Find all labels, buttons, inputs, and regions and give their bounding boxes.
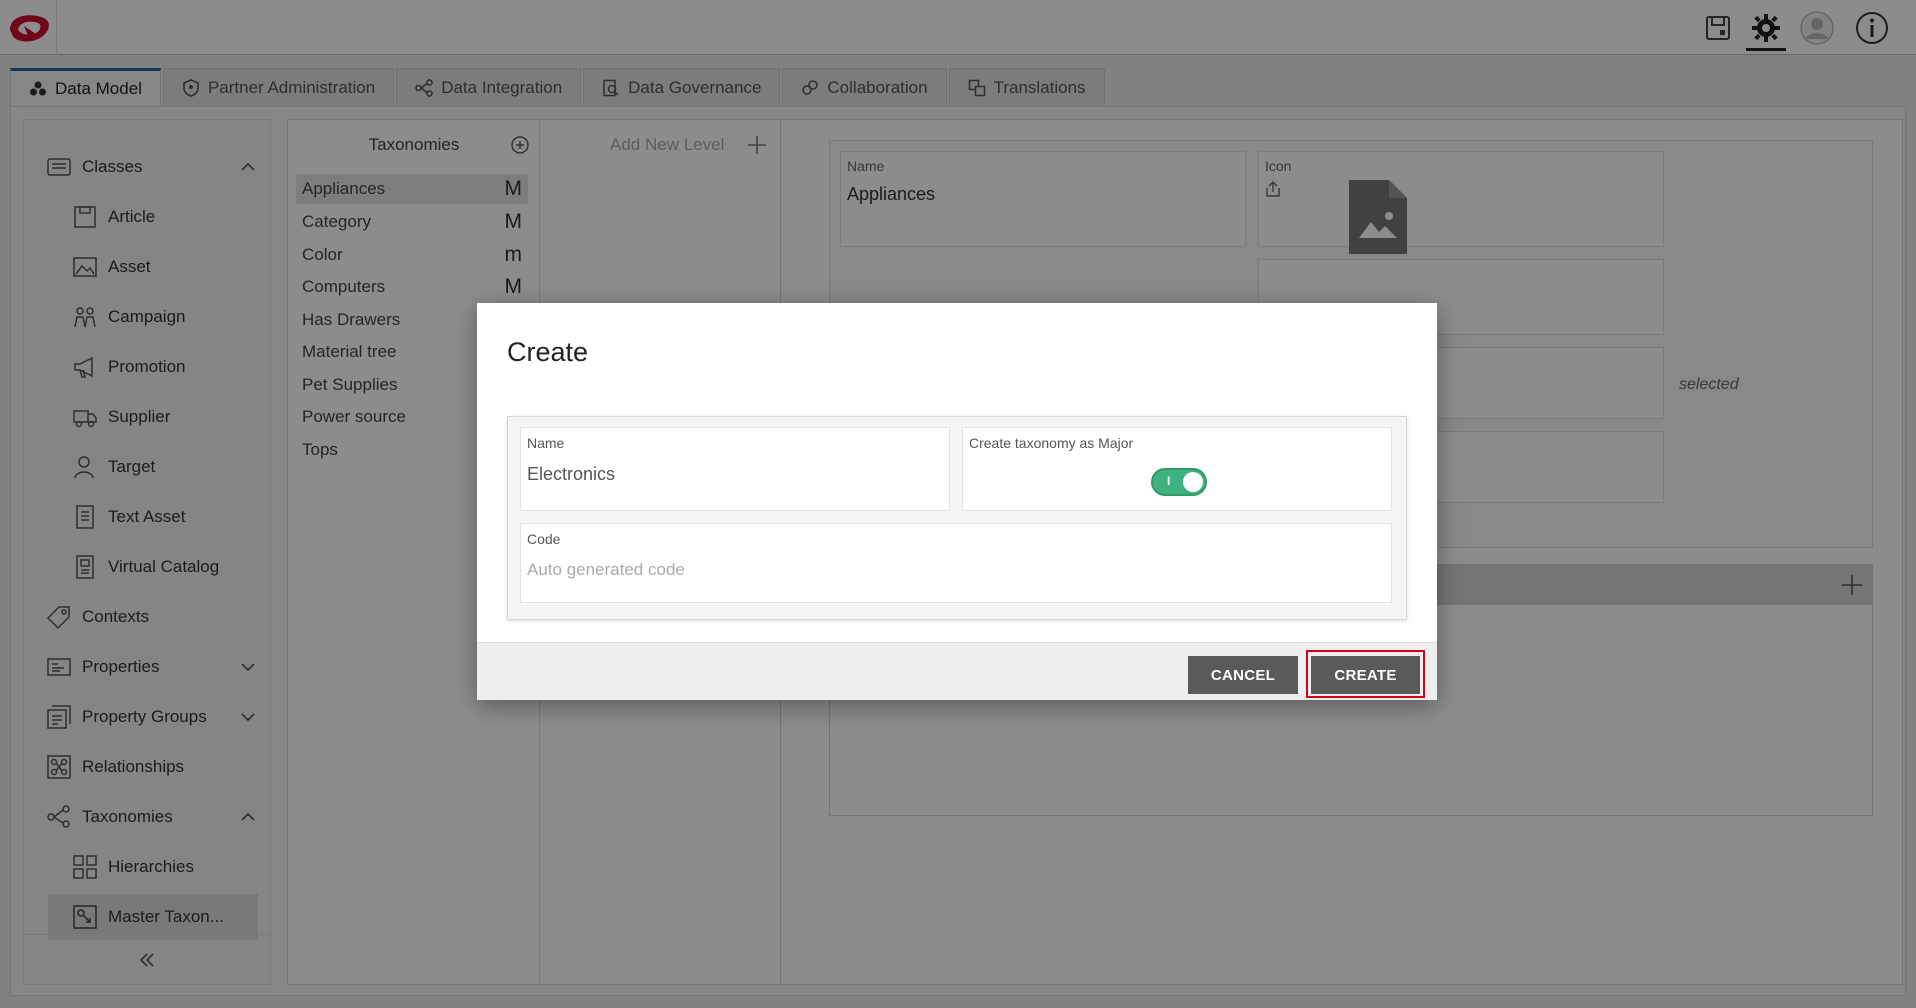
major-toggle[interactable]: I: [1151, 468, 1207, 496]
dialog-title: Create: [507, 337, 589, 367]
create-taxonomy-dialog: Create Name Electronics Create taxonomy …: [477, 303, 1437, 700]
code-input[interactable]: Code Auto generated code: [520, 523, 1392, 603]
toggle-knob: [1183, 472, 1203, 492]
major-toggle-field: Create taxonomy as Major I: [962, 427, 1392, 511]
field-value: Electronics: [527, 464, 616, 484]
field-label: Name: [527, 435, 565, 451]
taxonomy-name-input[interactable]: Name Electronics: [520, 427, 950, 511]
toggle-on-indicator: I: [1167, 474, 1171, 488]
dialog-footer: CANCEL CREATE: [477, 642, 1437, 700]
field-placeholder: Auto generated code: [527, 560, 685, 579]
cancel-button[interactable]: CANCEL: [1188, 656, 1298, 694]
dialog-form: Name Electronics Create taxonomy as Majo…: [507, 416, 1407, 620]
field-label: Create taxonomy as Major: [969, 435, 1134, 451]
field-label: Code: [527, 531, 561, 547]
create-button[interactable]: CREATE: [1311, 656, 1420, 694]
